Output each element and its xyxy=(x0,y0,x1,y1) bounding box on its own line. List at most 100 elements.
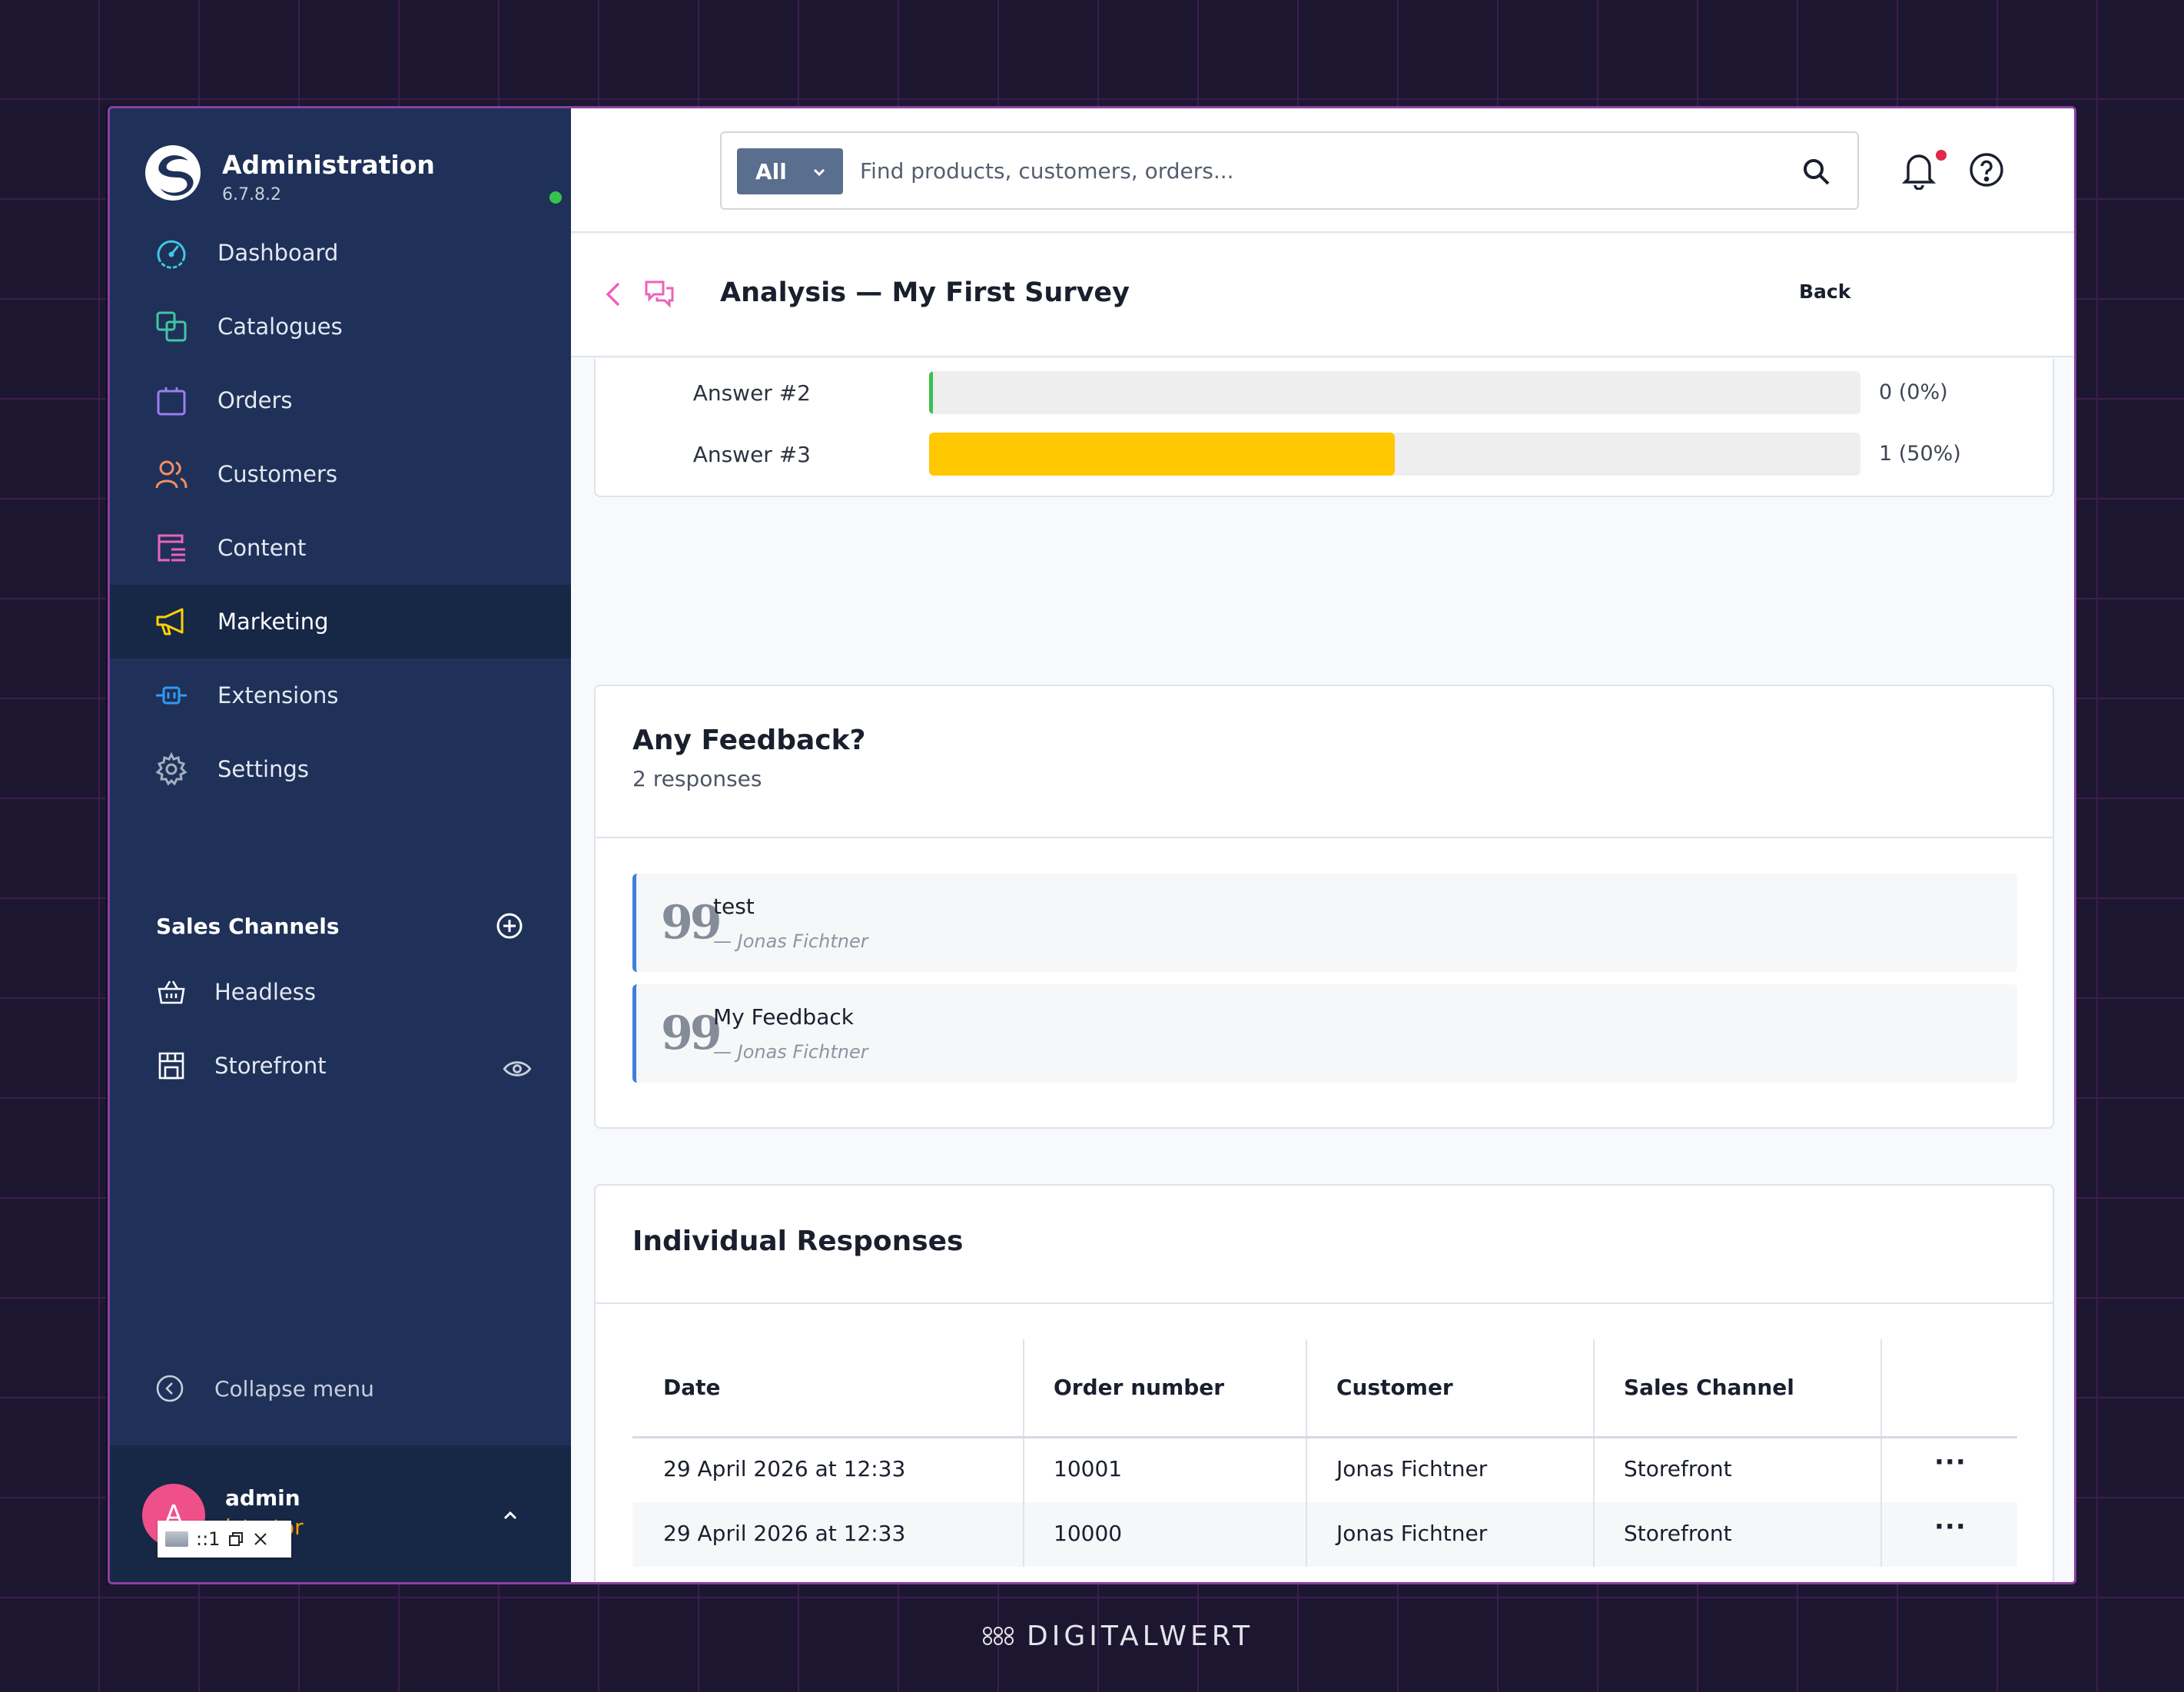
digitalwert-logo-icon xyxy=(983,1627,1014,1645)
column-header-sales-channel[interactable]: Sales Channel xyxy=(1624,1375,1794,1400)
feedback-title: Any Feedback? xyxy=(632,725,866,756)
quote-icon: 99 xyxy=(661,896,722,950)
overlay-text: ::1 xyxy=(196,1528,221,1550)
quote-text: My Feedback xyxy=(713,1004,854,1030)
image-icon xyxy=(165,1531,188,1547)
sales-channel-storefront[interactable]: Storefront xyxy=(156,1043,533,1089)
digitalwert-watermark: DIGITALWERT xyxy=(981,1617,1253,1655)
answer-row: Answer #2 0 (0%) xyxy=(596,371,2056,416)
brand-title: Administration xyxy=(222,150,435,180)
catalogue-icon xyxy=(156,311,187,342)
main-content[interactable]: Answer #2 0 (0%) Answer #3 1 (50%) Any F… xyxy=(571,359,2074,1582)
help-icon[interactable] xyxy=(1968,151,2005,188)
restore-window-icon[interactable] xyxy=(227,1531,244,1548)
chat-bubbles-icon xyxy=(645,280,674,308)
sidebar-item-label: Catalogues xyxy=(217,314,343,340)
feedback-quote: 99 My Feedback — Jonas Fichtner xyxy=(632,984,2017,1083)
user-panel[interactable]: A admin istrator ::1 xyxy=(110,1445,571,1582)
sidebar-item-label: Content xyxy=(217,535,307,561)
global-search: All xyxy=(720,131,1859,210)
sidebar-item-label: Extensions xyxy=(217,682,339,708)
column-separator xyxy=(1593,1339,1595,1567)
cell-date: 29 April 2026 at 12:33 xyxy=(663,1456,906,1481)
column-header-date[interactable]: Date xyxy=(663,1375,721,1400)
sidebar-item-label: Orders xyxy=(217,387,293,413)
divider xyxy=(596,837,2053,838)
sidebar-item-label: Marketing xyxy=(217,609,329,635)
chevron-down-icon xyxy=(813,168,825,177)
divider xyxy=(596,1302,2053,1304)
collapse-menu-label: Collapse menu xyxy=(214,1375,374,1402)
online-status-dot xyxy=(549,191,562,204)
column-separator xyxy=(1306,1339,1307,1567)
sidebar-item-customers[interactable]: Customers xyxy=(110,437,571,511)
sidebar-item-dashboard[interactable]: Dashboard xyxy=(110,216,571,290)
answer-bar-fill xyxy=(929,371,933,414)
cell-sales-channel: Storefront xyxy=(1624,1456,1732,1481)
brand: Administration 6.7.8.2 xyxy=(144,144,562,205)
shopware-logo-icon[interactable] xyxy=(144,144,202,202)
sidebar-item-settings[interactable]: Settings xyxy=(110,732,571,806)
sales-channel-label: Storefront xyxy=(214,1053,327,1079)
answer-value: 1 (50%) xyxy=(1879,442,1961,466)
answer-bar-track xyxy=(929,433,1860,476)
quote-icon: 99 xyxy=(661,1007,722,1060)
chevron-up-icon[interactable] xyxy=(499,1504,522,1527)
quote-author: — Jonas Fichtner xyxy=(713,1041,868,1063)
content-icon xyxy=(158,534,185,562)
responses-card: Individual Responses Date Order number C… xyxy=(594,1184,2054,1582)
column-separator xyxy=(1880,1339,1882,1567)
sidebar-item-marketing[interactable]: Marketing xyxy=(110,585,571,659)
chevron-left-icon[interactable] xyxy=(600,279,628,310)
row-actions-button[interactable]: ··· xyxy=(1934,1511,1967,1542)
responses-title: Individual Responses xyxy=(632,1226,964,1257)
sidebar-item-label: Settings xyxy=(217,756,309,782)
notification-dot xyxy=(1936,150,1947,161)
collapse-circle-icon xyxy=(156,1375,184,1402)
sidebar-item-label: Customers xyxy=(217,461,337,487)
answer-row: Answer #3 1 (50%) xyxy=(596,433,2056,477)
sidebar-item-label: Dashboard xyxy=(217,240,339,266)
column-header-order-number[interactable]: Order number xyxy=(1054,1375,1224,1400)
sidebar-item-content[interactable]: Content xyxy=(110,511,571,585)
collapse-menu-button[interactable]: Collapse menu xyxy=(154,1365,374,1412)
row-actions-button[interactable]: ··· xyxy=(1934,1447,1967,1478)
quote-author: — Jonas Fichtner xyxy=(713,931,868,952)
page-title: Analysis — My First Survey xyxy=(720,277,1130,308)
back-button[interactable]: Back xyxy=(1799,274,1850,309)
version-label: 6.7.8.2 xyxy=(222,185,281,204)
basket-icon xyxy=(158,980,185,1004)
gauge-icon xyxy=(157,240,186,269)
sidebar: Administration 6.7.8.2 Dashboard Catalog… xyxy=(110,108,571,1582)
column-header-customer[interactable]: Customer xyxy=(1336,1375,1453,1400)
user-name: admin xyxy=(225,1485,300,1511)
table-header-divider xyxy=(632,1436,2017,1438)
watermark-text: DIGITALWERT xyxy=(1027,1620,1254,1652)
feedback-card: Any Feedback? 2 responses 99 test — Jona… xyxy=(594,685,2054,1129)
answer-label: Answer #3 xyxy=(692,442,811,467)
debug-overlay-pill: ::1 xyxy=(158,1521,291,1558)
add-circle-icon[interactable] xyxy=(494,911,525,941)
cell-customer: Jonas Fichtner xyxy=(1336,1456,1488,1481)
sidebar-item-extensions[interactable]: Extensions xyxy=(110,659,571,732)
search-type-select[interactable]: All xyxy=(737,148,843,194)
cell-order-number[interactable]: 10000 xyxy=(1054,1521,1122,1546)
admin-app: Administration 6.7.8.2 Dashboard Catalog… xyxy=(108,106,2076,1584)
bell-icon[interactable] xyxy=(1900,150,1937,190)
sidebar-item-orders[interactable]: Orders xyxy=(110,363,571,437)
eye-icon[interactable] xyxy=(502,1053,533,1084)
close-icon[interactable] xyxy=(252,1531,269,1548)
main-nav: Dashboard Catalogues Orders Customers Co… xyxy=(110,216,571,806)
column-separator xyxy=(1023,1339,1024,1567)
sales-channel-headless[interactable]: Headless xyxy=(156,969,533,1015)
search-icon[interactable] xyxy=(1802,158,1831,187)
plugin-icon xyxy=(156,686,187,705)
sales-channels-header: Sales Channels xyxy=(156,907,525,946)
sidebar-item-catalogues[interactable]: Catalogues xyxy=(110,290,571,363)
sales-channels-title: Sales Channels xyxy=(156,914,340,939)
search-input[interactable] xyxy=(860,145,1767,196)
feedback-quote: 99 test — Jonas Fichtner xyxy=(632,874,2017,972)
topbar: All xyxy=(571,108,2074,233)
answer-label: Answer #2 xyxy=(692,380,811,406)
cell-order-number[interactable]: 10001 xyxy=(1054,1456,1122,1481)
